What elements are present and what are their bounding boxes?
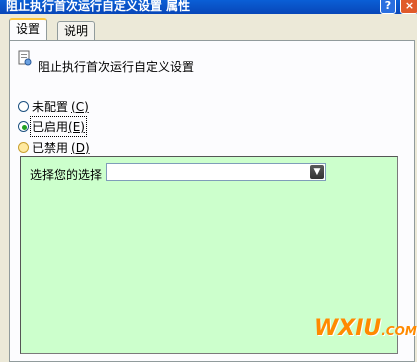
choice-label: 选择您的选择 bbox=[30, 168, 103, 182]
radio-disabled-circle[interactable] bbox=[18, 142, 29, 153]
radio-disabled[interactable]: 已禁用 (D) bbox=[18, 139, 90, 156]
radio-enabled-accel: (E) bbox=[68, 120, 85, 134]
radio-enabled-label-wrap: 已启用(E) bbox=[30, 116, 87, 137]
watermark-text: WXIU bbox=[314, 316, 382, 341]
radio-disabled-label: 已禁用 bbox=[32, 141, 69, 155]
policy-name: 阻止执行首次运行自定义设置 bbox=[38, 60, 195, 74]
radio-not-configured[interactable]: 未配置 (C) bbox=[18, 98, 89, 115]
radio-disabled-accel: (D) bbox=[71, 140, 90, 155]
watermark-suffix: .COM bbox=[381, 324, 417, 338]
help-button[interactable]: ? bbox=[380, 0, 396, 14]
tab-settings[interactable]: 设置 bbox=[9, 18, 48, 40]
site-watermark: WXIU.COM bbox=[314, 316, 417, 341]
choice-dropdown[interactable]: ▼ bbox=[106, 163, 326, 181]
radio-enabled-label: 已启用 bbox=[32, 120, 69, 134]
policy-setting-icon bbox=[18, 50, 32, 66]
close-button[interactable]: × bbox=[400, 0, 417, 14]
tab-explain[interactable]: 说明 bbox=[57, 21, 96, 40]
window-titlebar: 阻止执行首次运行自定义设置 属性 ? × bbox=[0, 0, 417, 14]
radio-not-configured-label: 未配置 bbox=[32, 100, 69, 114]
radio-enabled[interactable]: 已启用(E) bbox=[18, 116, 87, 137]
radio-not-configured-accel: (C) bbox=[71, 99, 89, 114]
window-title: 阻止执行首次运行自定义设置 属性 bbox=[6, 0, 191, 13]
radio-not-configured-circle[interactable] bbox=[18, 101, 29, 112]
radio-enabled-circle[interactable] bbox=[18, 121, 29, 132]
chevron-down-icon[interactable]: ▼ bbox=[310, 165, 324, 179]
